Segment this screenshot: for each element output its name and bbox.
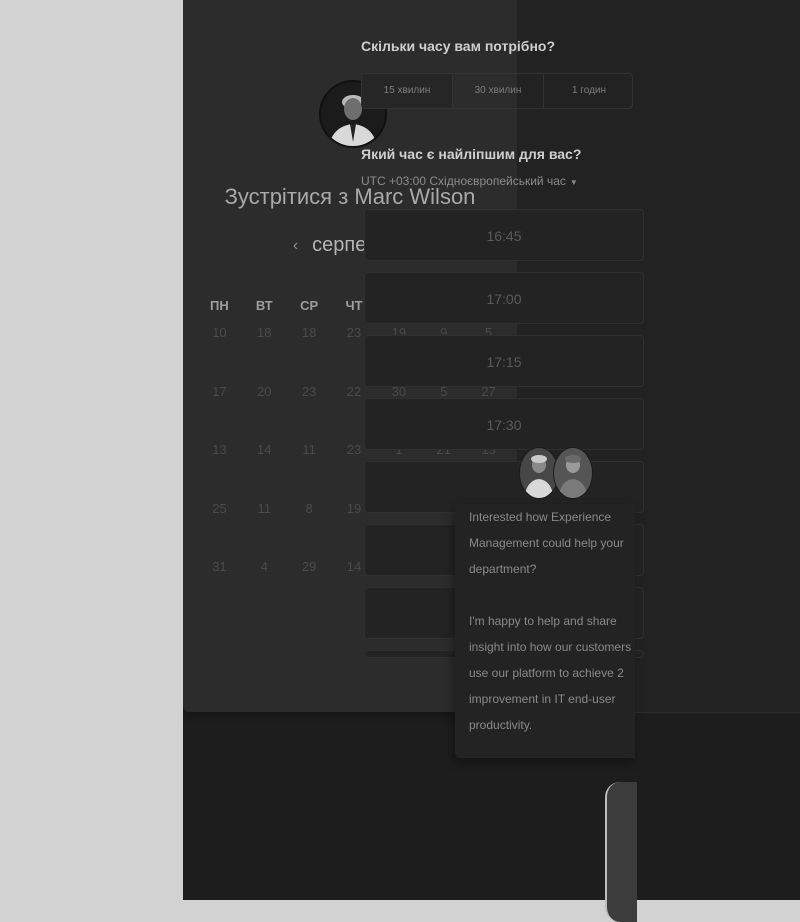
calendar-day[interactable]: 18 (287, 325, 332, 384)
chat-line: use our platform to achieve 2 (469, 666, 624, 680)
duration-question: Скільки часу вам потрібно? (361, 38, 556, 54)
duration-selector: 15 хвилин 30 хвилин 1 годин (361, 73, 633, 109)
weekday-label: СР (300, 298, 319, 313)
person-avatar-icon (554, 448, 592, 498)
timezone-dropdown[interactable]: UTC +03:00 Східноєвропейський час ▼ (361, 174, 578, 188)
calendar-day[interactable]: 23 (287, 384, 332, 443)
time-slot-button[interactable]: 17:00 (364, 272, 644, 324)
weekday-label: ВТ (255, 298, 273, 313)
chat-line: Management could help your (469, 536, 624, 550)
chat-agent-avatars (519, 447, 593, 501)
duration-option[interactable]: 30 хвилин (453, 74, 544, 108)
duration-option[interactable]: 1 годин (544, 74, 632, 108)
chat-line: insight into how our customers (469, 640, 632, 654)
chevron-left-icon[interactable]: ‹ (293, 237, 298, 255)
calendar-day[interactable]: 31 (197, 559, 242, 618)
time-question: Який час є найліпшим для вас? (361, 146, 582, 162)
time-slot-button[interactable]: 17:30 (364, 398, 644, 450)
chat-line: department? (469, 562, 537, 576)
calendar-day[interactable]: 11 (242, 501, 287, 560)
time-slot-label: 17:15 (486, 354, 522, 370)
chat-launcher-button[interactable] (605, 782, 637, 922)
time-slot-button[interactable]: 16:45 (364, 209, 644, 261)
chat-line: Interested how Experience (469, 510, 612, 524)
time-slot-label: 16:45 (486, 228, 522, 244)
chat-avatar (553, 447, 593, 499)
calendar-day[interactable]: 13 (197, 442, 242, 501)
calendar-day[interactable]: 20 (242, 384, 287, 443)
calendar-day[interactable]: 4 (242, 559, 287, 618)
time-slot-label: 17:30 (486, 417, 522, 433)
duration-option[interactable]: 15 хвилин (362, 74, 453, 108)
calendar-day[interactable]: 14 (242, 442, 287, 501)
calendar-day[interactable]: 18 (242, 325, 287, 384)
caret-down-icon: ▼ (569, 178, 578, 187)
calendar-day[interactable]: 25 (197, 501, 242, 560)
chat-message-bubble[interactable]: Interested how Experience Management cou… (455, 504, 635, 758)
chat-message-text: Interested how Experience Management cou… (455, 504, 635, 738)
chat-line: I'm happy to help and share (469, 614, 617, 628)
time-slot-label: 17:00 (486, 291, 522, 307)
calendar-day[interactable]: 29 (287, 559, 332, 618)
calendar-day[interactable]: 10 (197, 325, 242, 384)
chat-line: improvement in IT end-user (469, 692, 616, 706)
calendar-day[interactable]: 11 (287, 442, 332, 501)
weekday-label: ПН (210, 298, 229, 313)
calendar-day[interactable]: 8 (287, 501, 332, 560)
chat-line: productivity. (469, 718, 533, 732)
calendar-day[interactable]: 17 (197, 384, 242, 443)
timezone-label: UTC +03:00 Східноєвропейський час (361, 174, 566, 188)
time-slot-button[interactable]: 17:15 (364, 335, 644, 387)
